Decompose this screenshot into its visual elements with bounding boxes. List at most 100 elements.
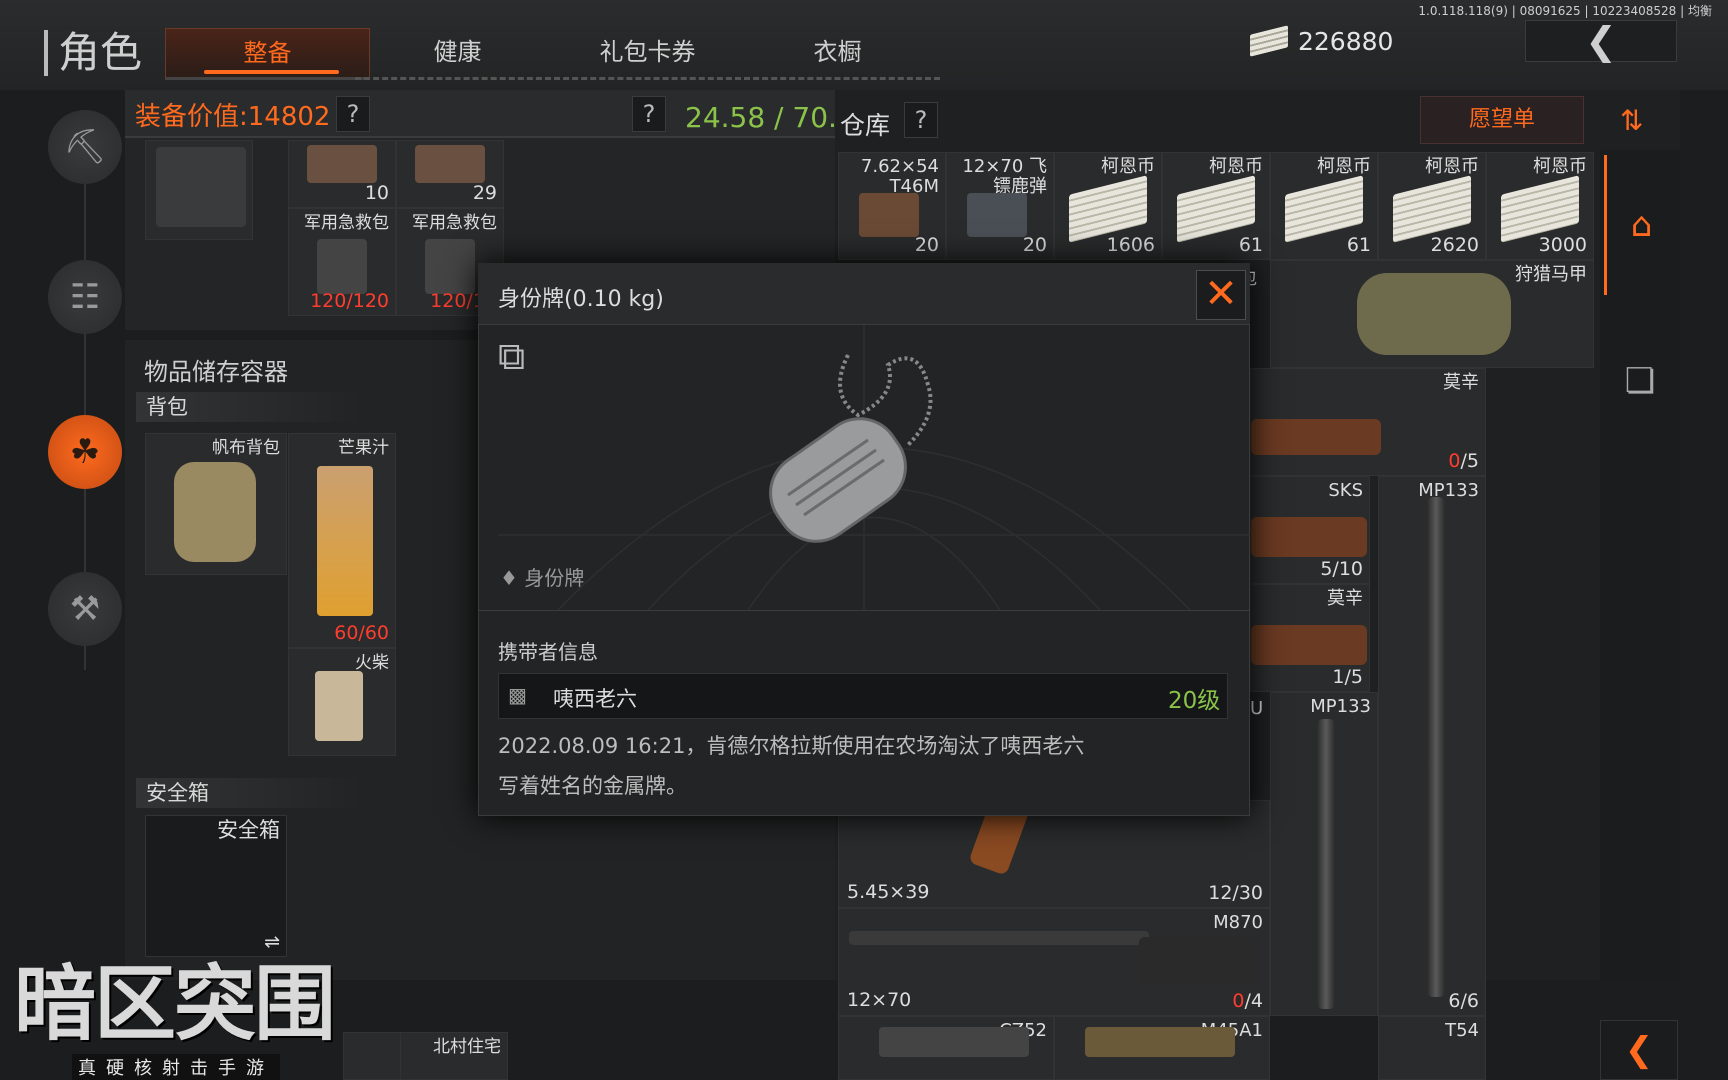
item-count: 29 bbox=[472, 182, 497, 204]
money-stack-icon bbox=[1285, 175, 1363, 243]
mp133-slot-1[interactable]: MP133 6/6 bbox=[1378, 476, 1486, 1016]
hunting-vest-slot[interactable]: 狩猎马甲 bbox=[1270, 260, 1594, 368]
tab-equip[interactable]: 整备 bbox=[165, 28, 370, 80]
dog-tag-icon bbox=[769, 354, 933, 543]
ammo-7-62-slot[interactable]: 7.62×54 T46M 20 bbox=[838, 152, 946, 260]
item-preview bbox=[498, 325, 1250, 610]
rail-tools-button[interactable]: ⚒ bbox=[48, 572, 122, 646]
cube-icon: ❏ bbox=[1624, 361, 1656, 401]
rifle-stock-image bbox=[1251, 419, 1381, 455]
ak-slot[interactable]: 5.45×39 12/30 bbox=[838, 800, 1270, 908]
money-stack-icon bbox=[1393, 175, 1471, 243]
back-button[interactable]: ❮ bbox=[1525, 19, 1677, 63]
tab-wardrobe[interactable]: 衣橱 bbox=[735, 28, 940, 80]
matches-image bbox=[315, 671, 363, 741]
ammo-count: 0/5 bbox=[1448, 450, 1479, 472]
mp133-slot-2[interactable]: MP133 bbox=[1270, 692, 1378, 1016]
m45a1-slot[interactable]: M45A1 bbox=[1054, 1016, 1270, 1080]
weight-help-button[interactable]: ? bbox=[632, 96, 666, 132]
rail-backpack-button[interactable]: ☘ bbox=[48, 415, 122, 489]
weight-value: 24.58 / 70.0 bbox=[685, 101, 855, 134]
equipment-help-button[interactable]: ? bbox=[336, 96, 370, 132]
pistol-image bbox=[1085, 1027, 1235, 1057]
juice-image bbox=[317, 466, 373, 616]
pistol-image bbox=[879, 1027, 1029, 1057]
shotgun-image bbox=[1317, 719, 1335, 1009]
bottom-item-2[interactable]: 北村住宅 bbox=[400, 1032, 508, 1080]
home-tab[interactable]: ⌂ bbox=[1604, 155, 1676, 295]
ammo-count: 12/30 bbox=[1208, 882, 1263, 904]
item-count: 120/120 bbox=[310, 290, 389, 312]
item-count: 61 bbox=[1238, 234, 1263, 256]
item-name: 柯恩币 bbox=[1209, 156, 1263, 177]
medkit-slot-1[interactable]: 军用急救包 120/120 bbox=[288, 208, 396, 316]
close-button[interactable]: ✕ bbox=[1196, 270, 1246, 320]
item-name: 柯恩币 bbox=[1533, 156, 1587, 177]
wrench-icon: ⚒ bbox=[69, 589, 101, 629]
ammo-max: /5 bbox=[1460, 450, 1480, 472]
cz52-slot[interactable]: CZ52 bbox=[838, 1016, 1054, 1080]
coin-slot-2[interactable]: 柯恩币 61 bbox=[1162, 152, 1270, 260]
item-name: M870 bbox=[1213, 912, 1263, 933]
item-count: 1606 bbox=[1106, 234, 1155, 256]
item-count: 10 bbox=[364, 182, 389, 204]
share-icon[interactable]: ⧉ bbox=[498, 334, 525, 379]
coin-slot-4[interactable]: 柯恩币 2620 bbox=[1378, 152, 1486, 260]
ammo-slot-2[interactable]: 29 bbox=[396, 140, 504, 208]
sort-icon[interactable]: ⇅ bbox=[1620, 104, 1643, 137]
ammo-max: /4 bbox=[1244, 990, 1264, 1012]
item-description: 写着姓名的金属牌。 bbox=[498, 774, 687, 798]
ammo-image bbox=[307, 145, 377, 183]
item-name: 12×70 飞镖鹿弹 bbox=[962, 156, 1047, 197]
ammo-12x70-slot[interactable]: 12×70 飞镖鹿弹 20 bbox=[946, 152, 1054, 260]
tab-health[interactable]: 健康 bbox=[355, 28, 560, 80]
item-count: 20 bbox=[914, 234, 939, 256]
logo-title: 暗区突围 bbox=[14, 957, 336, 1052]
item-name: 莫辛 bbox=[1327, 588, 1363, 609]
coin-slot-1[interactable]: 柯恩币 1606 bbox=[1054, 152, 1162, 260]
item-name: 帆布背包 bbox=[212, 438, 280, 458]
mosin-slot-1[interactable]: 莫辛 0/5 bbox=[1250, 368, 1486, 476]
shotgun-stock-image bbox=[1139, 937, 1259, 985]
partial-label: U bbox=[1250, 698, 1264, 719]
tab-gift-cards[interactable]: 礼包卡券 bbox=[545, 28, 750, 80]
owner-name: 咦西老六 bbox=[553, 687, 637, 711]
collapse-button[interactable]: ❮ bbox=[1600, 1020, 1678, 1080]
rail-gear-button[interactable]: ⛏ bbox=[48, 110, 122, 184]
item-count: 60/60 bbox=[334, 622, 389, 644]
backpack-slot[interactable]: 帆布背包 bbox=[145, 433, 287, 575]
sks-slot[interactable]: SKS 5/10 bbox=[1250, 476, 1370, 584]
coin-slot-5[interactable]: 柯恩币 3000 bbox=[1486, 152, 1594, 260]
currency-amount: 226880 bbox=[1298, 26, 1394, 56]
ammo-slot-1[interactable]: 10 bbox=[288, 140, 396, 208]
shotgun-barrel-image bbox=[849, 931, 1149, 945]
item-name: T54 bbox=[1445, 1020, 1479, 1041]
rank-icon: ▩ bbox=[508, 683, 527, 707]
wishlist-button[interactable]: 愿望单 bbox=[1420, 96, 1584, 144]
swap-icon: ⇌ bbox=[264, 931, 280, 953]
item-name: 军用急救包 bbox=[304, 213, 389, 233]
rifle-stock-image bbox=[1251, 625, 1367, 665]
money-icon bbox=[1250, 25, 1288, 57]
coin-slot-3[interactable]: 柯恩币 61 bbox=[1270, 152, 1378, 260]
t54-slot[interactable]: T54 bbox=[1378, 1016, 1486, 1080]
item-count: 2620 bbox=[1430, 234, 1479, 256]
rail-rig-button[interactable]: ☷ bbox=[48, 260, 122, 334]
mosin-slot-2[interactable]: 莫辛 1/5 bbox=[1250, 584, 1370, 692]
container-tab[interactable]: ❏ bbox=[1604, 345, 1676, 417]
chest-rig-slot[interactable] bbox=[145, 140, 253, 240]
item-type-label: ♦ 身份牌 bbox=[500, 562, 584, 591]
mango-juice-slot[interactable]: 芒果汁 60/60 bbox=[288, 433, 396, 648]
item-name: MP133 bbox=[1310, 696, 1371, 717]
version-text: 1.0.118.118(9) | 08091625 | 10223408528 … bbox=[1418, 4, 1712, 18]
money-stack-icon bbox=[1069, 175, 1147, 243]
m870-slot[interactable]: M870 12×70 0/4 bbox=[838, 908, 1270, 1016]
safebox-slot[interactable]: 安全箱 ⇌ bbox=[145, 815, 287, 957]
caliber-label: 12×70 bbox=[847, 989, 912, 1011]
currency-display: 226880 bbox=[1250, 25, 1394, 57]
ammo-count: 0/4 bbox=[1232, 990, 1263, 1012]
matches-slot[interactable]: 火柴 bbox=[288, 648, 396, 756]
caliber-label: 5.45×39 bbox=[847, 881, 930, 903]
warehouse-help-button[interactable]: ? bbox=[904, 102, 938, 138]
backpack-label: 背包 bbox=[136, 392, 366, 422]
